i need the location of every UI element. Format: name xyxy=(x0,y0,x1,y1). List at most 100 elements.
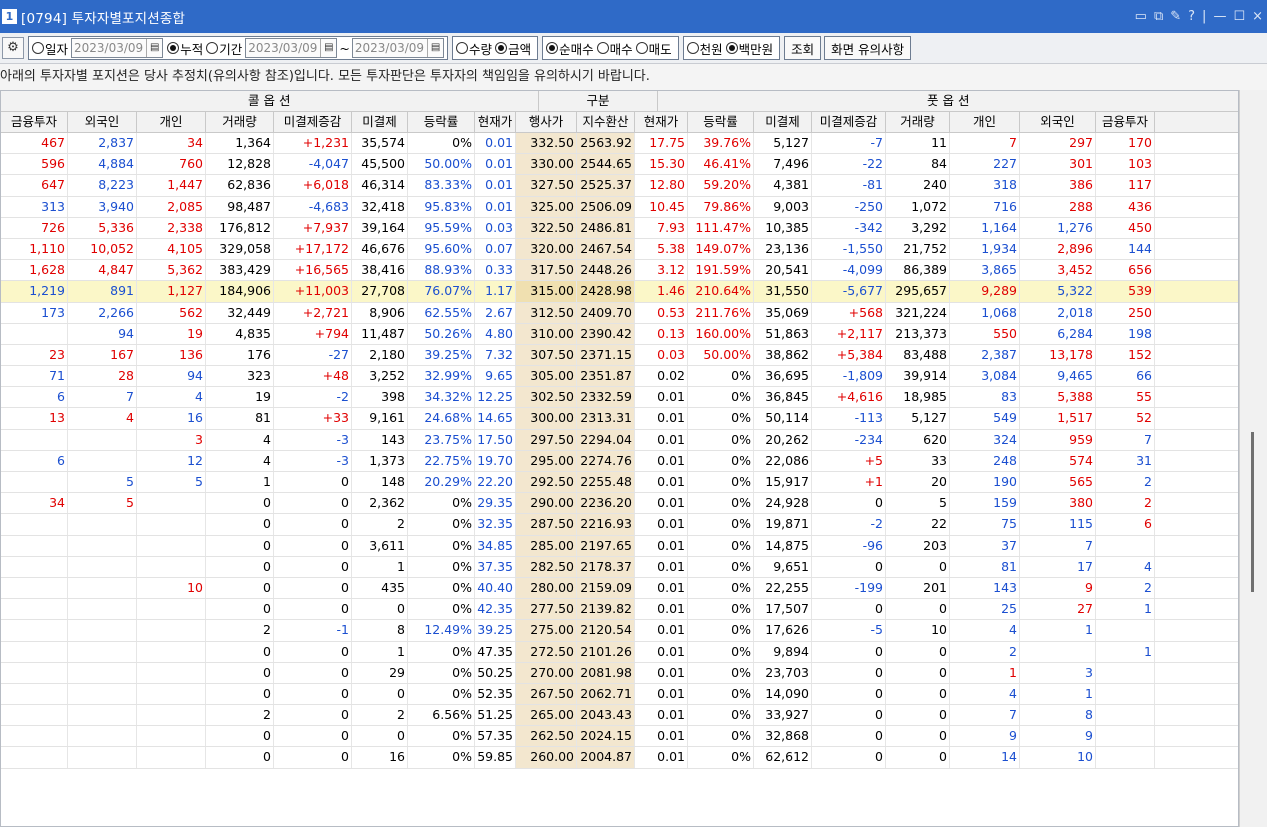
minimize-icon[interactable]: — xyxy=(1213,9,1226,24)
column-header-cell[interactable]: 현재가 xyxy=(635,112,688,132)
column-header-cell[interactable]: 거래량 xyxy=(886,112,950,132)
radio-cumulative[interactable]: 누적 xyxy=(167,39,203,58)
table-cell: 240 xyxy=(886,175,950,196)
table-row[interactable]: 0 0 2 0% 32.35 287.50 2216.93 0.01 0% 19,871 -2 22 7… xyxy=(1,514,1238,536)
column-header-cell[interactable]: 개인 xyxy=(950,112,1020,132)
table-row[interactable]: 5 5 1 0 148 20.29% 22.20 292.50 2255.48 0.01 0% 15,… xyxy=(1,472,1238,494)
table-cell: 1,072 xyxy=(886,196,950,217)
radio-amount[interactable]: 금액 xyxy=(495,39,531,58)
radio-day[interactable]: 일자 xyxy=(32,39,68,58)
table-row[interactable]: 596 4,884 760 12,828 -4,047 45,500 50.00% 0.01 3… xyxy=(1,154,1238,176)
table-row[interactable]: 23 167 136 176 -27 2,180 39.25% 7.32 307.50 2371.… xyxy=(1,344,1238,367)
table-cell: 3,452 xyxy=(1020,260,1096,281)
radio-buy[interactable]: 매수 xyxy=(596,39,633,58)
table-row[interactable]: 313 3,940 2,085 98,487 -4,683 32,418 95.83% 0.0… xyxy=(1,196,1238,218)
column-header-cell[interactable]: 거래량 xyxy=(206,112,274,132)
table-row[interactable]: 71 28 94 323 +48 3,252 32.99% 9.65 305.00 2351.87… xyxy=(1,366,1238,388)
table-row[interactable]: 6 12 4 -3 1,373 22.75% 19.70 295.00 2274.76 0.01 0… xyxy=(1,450,1238,472)
range-tilde: ~ xyxy=(339,40,350,56)
table-row[interactable]: 10 0 0 435 0% 40.40 280.00 2159.09 0.01 0% 22,255-… xyxy=(1,577,1238,600)
radio-thousand-won[interactable]: 천원 xyxy=(686,39,723,58)
table-row[interactable]: 173 2,266 562 32,449 +2,721 8,906 62.55% 2.67 31… xyxy=(1,302,1238,324)
table-row[interactable]: 0 0 0 0% 52.35 267.50 2062.71 0.01 0% 14,090 0 0 4 1 xyxy=(1,683,1238,706)
column-header-cell[interactable]: 등락률 xyxy=(408,112,475,132)
table-cell: 9,465 xyxy=(1020,366,1096,387)
table-row[interactable]: 34 5 0 0 2,362 0% 29.35 290.00 2236.20 0.01 0% 24,9… xyxy=(1,493,1238,515)
column-header-cell[interactable]: 개인 xyxy=(137,112,206,132)
column-header-cell[interactable]: 행사가 xyxy=(516,112,577,132)
table-row[interactable]: 1,110 10,052 4,105 329,058 +17,172 46,676 95.6… xyxy=(1,238,1238,261)
table-row[interactable]: 467 2,837 34 1,364 +1,231 35,574 0% 0.01 332.50 2… xyxy=(1,133,1238,155)
table-row[interactable]: 2 -1 8 12.49% 39.25 275.00 2120.54 0.01 0% 17,626… xyxy=(1,620,1238,642)
column-header-cell[interactable]: 금융투자 xyxy=(1096,112,1155,132)
gear-icon[interactable]: ⚙ xyxy=(2,37,24,59)
column-header-cell[interactable]: 외국인 xyxy=(1020,112,1096,132)
column-header-cell[interactable]: 등락률 xyxy=(688,112,754,132)
table-cell: 0.01 xyxy=(635,472,688,493)
column-header-cell[interactable]: 금융투자 xyxy=(1,112,68,132)
table-cell: 17 xyxy=(1020,556,1096,577)
table-cell: 8 xyxy=(1020,705,1096,726)
table-row[interactable]: 0 0 16 0% 59.85 260.00 2004.87 0.01 0% 62,612 0 0 14… xyxy=(1,747,1238,769)
calendar-icon[interactable]: ▤ xyxy=(427,39,443,57)
close-icon[interactable]: × xyxy=(1252,9,1263,24)
table-row[interactable]: 1,219 891 1,127 184,906 +11,003 27,708 76.07% 1… xyxy=(1,281,1238,303)
table-row[interactable]: 94 19 4,835 +794 11,487 50.26% 4.80 310.00 2390.… xyxy=(1,323,1238,345)
table-row[interactable]: 3 4 -3 143 23.75% 17.50 297.50 2294.04 0.01 0% 20,… xyxy=(1,429,1238,451)
table-row[interactable]: 6 7 4 19 -2 398 34.32% 12.25 302.50 2332.59 0.01 0%… xyxy=(1,387,1238,409)
date-input-3[interactable]: 2023/03/09 ▤ xyxy=(351,38,445,58)
scrollbar-thumb[interactable] xyxy=(1251,432,1254,592)
radio-qty[interactable]: 수량 xyxy=(456,39,492,58)
table-cell: 295.00 xyxy=(516,450,577,471)
screen-notice-button[interactable]: 화면 유의사항 xyxy=(824,36,912,60)
radio-net-buy[interactable]: 순매수 xyxy=(546,39,594,58)
table-cell: -342 xyxy=(812,217,886,238)
column-header-cell[interactable]: 미결제증감 xyxy=(274,112,352,132)
help-icon[interactable]: ? xyxy=(1188,9,1195,24)
table-row[interactable]: 13 4 16 81 +33 9,161 24.68% 14.65 300.00 2313.31 0… xyxy=(1,408,1238,430)
restore-icon[interactable]: ▭ xyxy=(1135,9,1147,24)
table-row[interactable]: 726 5,336 2,338 176,812 +7,937 39,164 95.59% 0.… xyxy=(1,217,1238,239)
table-row[interactable]: 1,628 4,847 5,362 383,429 +16,565 38,416 88.93… xyxy=(1,260,1238,282)
date-input-2[interactable]: 2023/03/09 ▤ xyxy=(245,38,338,58)
table-cell: 35,069 xyxy=(754,302,812,323)
radio-period[interactable]: 기간 xyxy=(206,39,242,58)
column-header-cell[interactable]: 미결제증감 xyxy=(812,112,886,132)
column-header-cell[interactable]: 현재가 xyxy=(475,112,516,132)
vertical-scrollbar[interactable] xyxy=(1239,90,1267,827)
maximize-icon[interactable]: ☐ xyxy=(1233,9,1245,24)
search-button[interactable]: 조회 xyxy=(784,36,822,60)
copy-window-icon[interactable]: ⧉ xyxy=(1154,9,1163,24)
table-cell: 8,906 xyxy=(352,302,408,323)
table-row[interactable]: 647 8,223 1,447 62,836 +6,018 46,314 83.33% 0.0… xyxy=(1,175,1238,197)
table-cell: -113 xyxy=(812,408,886,429)
table-row[interactable]: 0 0 1 0% 47.35 272.50 2101.26 0.01 0% 9,894 0 0 2 1 xyxy=(1,641,1238,663)
table-cell: 297.50 xyxy=(516,429,577,450)
column-header-cell[interactable]: 미결제 xyxy=(754,112,812,132)
table-cell: 20.29% xyxy=(408,472,475,493)
table-row[interactable]: 0 0 0 0% 42.35 277.50 2139.82 0.01 0% 17,507 0 0 25 2… xyxy=(1,599,1238,621)
column-header-cell[interactable]: 외국인 xyxy=(68,112,137,132)
table-cell: 0 xyxy=(812,662,886,683)
table-cell: 22 xyxy=(886,514,950,535)
table-row[interactable]: 0 0 3,611 0% 34.85 285.00 2197.65 0.01 0% 14,875-… xyxy=(1,535,1238,557)
calendar-icon[interactable]: ▤ xyxy=(146,39,162,57)
calendar-icon[interactable]: ▤ xyxy=(320,39,336,57)
table-cell: 0.01 xyxy=(635,577,688,599)
column-header-cell[interactable]: 지수환산 xyxy=(577,112,635,132)
edit-icon[interactable]: ✎ xyxy=(1170,9,1181,24)
table-cell: 0.33 xyxy=(475,260,516,281)
radio-sell[interactable]: 매도 xyxy=(635,39,672,58)
table-row[interactable]: 0 0 1 0% 37.35 282.50 2178.37 0.01 0% 9,651 0 0 81 17… xyxy=(1,556,1238,578)
table-cell: 136 xyxy=(137,344,206,366)
date-input-1[interactable]: 2023/03/09 ▤ xyxy=(71,38,164,58)
table-row[interactable]: 0 0 29 0% 50.25 270.00 2081.98 0.01 0% 23,703 0 0 1 3 xyxy=(1,662,1238,684)
table-cell: 0% xyxy=(688,683,754,705)
table-cell xyxy=(1096,705,1155,726)
table-row[interactable]: 2 0 2 6.56% 51.25 265.00 2043.43 0.01 0% 33,927 0 0… xyxy=(1,705,1238,727)
radio-million-won[interactable]: 백만원 xyxy=(725,39,773,58)
table-row[interactable]: 0 0 0 0% 57.35 262.50 2024.15 0.01 0% 32,868 0 0 9 9 xyxy=(1,726,1238,748)
table-cell: 891 xyxy=(68,281,137,302)
column-header-cell[interactable]: 미결제 xyxy=(352,112,408,132)
table-cell: 52 xyxy=(1096,408,1155,429)
